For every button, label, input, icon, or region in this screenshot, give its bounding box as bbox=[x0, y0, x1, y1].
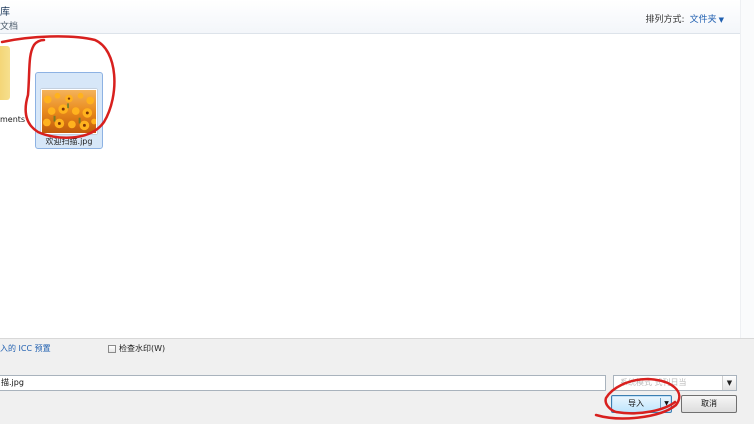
options-bar: 入的 ICC 预置 检查水印(W) bbox=[0, 338, 754, 372]
import-button[interactable]: 导入 bbox=[612, 396, 660, 412]
bottom-bar: 描.jpg 系统模式 式刊日当 ▼ 导入 ▼ 取消 bbox=[0, 372, 754, 424]
icc-preset-link[interactable]: 入的 ICC 预置 bbox=[0, 343, 51, 354]
library-title: 库 bbox=[0, 7, 10, 18]
chevron-down-icon[interactable]: ▼ bbox=[719, 16, 724, 24]
filetype-select[interactable]: 系统模式 式刊日当 ▼ bbox=[613, 375, 737, 391]
watermark-checkbox[interactable] bbox=[108, 344, 116, 353]
folder-icon bbox=[0, 46, 10, 100]
import-split-button[interactable]: 导入 ▼ bbox=[611, 395, 672, 413]
chevron-down-icon[interactable]: ▼ bbox=[722, 376, 736, 390]
toolbar-header: 库 文档 排列方式: 文件夹 ▼ bbox=[0, 0, 754, 34]
file-item-selected[interactable]: 欢迎扫描.jpg bbox=[35, 72, 103, 149]
filename-field[interactable]: 描.jpg bbox=[0, 375, 606, 391]
image-thumbnail-icon bbox=[41, 89, 97, 134]
file-list-view[interactable]: ments 欢迎扫描.jpg bbox=[0, 34, 740, 338]
cancel-button[interactable]: 取消 bbox=[681, 395, 737, 413]
chevron-down-icon[interactable]: ▼ bbox=[661, 396, 672, 412]
vertical-scrollbar[interactable] bbox=[740, 0, 754, 338]
filetype-value: 系统模式 式刊日当 bbox=[620, 378, 687, 387]
arrange-by: 排列方式: 文件夹 ▼ bbox=[646, 12, 724, 25]
arrange-by-dropdown[interactable]: 文件夹 bbox=[690, 15, 717, 25]
watermark-check-label: 检查水印(W) bbox=[119, 344, 166, 353]
file-name-label: 欢迎扫描.jpg bbox=[45, 137, 93, 146]
library-subtitle: 文档 bbox=[0, 22, 19, 32]
arrange-by-label: 排列方式: bbox=[645, 15, 685, 25]
folder-label: ments bbox=[0, 115, 26, 124]
watermark-check-option[interactable]: 检查水印(W) bbox=[108, 343, 165, 354]
folder-item[interactable]: ments bbox=[0, 46, 30, 124]
